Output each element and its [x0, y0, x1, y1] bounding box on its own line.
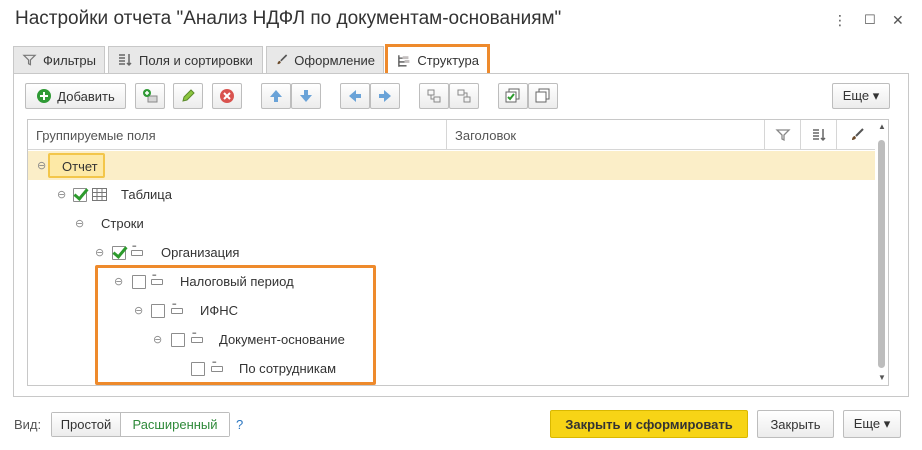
pencil-icon — [182, 89, 195, 102]
plus-circle-icon — [37, 89, 52, 103]
brush-icon — [277, 54, 288, 65]
footer-bar: Вид: Простой Расширенный ? Закрыть и сфо… — [0, 410, 922, 440]
uncheck-all-icon — [535, 88, 550, 103]
tab-appearance-label: Оформление — [294, 52, 375, 68]
more-actions-icon[interactable]: ⋮ — [833, 12, 847, 29]
header-title[interactable]: Заголовок — [447, 120, 765, 150]
tree-label-report: Отчет — [48, 153, 105, 178]
filter-icon — [774, 129, 791, 142]
tab-filters[interactable]: Фильтры — [13, 46, 105, 73]
highlight-frame — [95, 265, 376, 385]
arrow-up-icon — [270, 90, 282, 102]
tree-row-report[interactable]: ⊖ Отчет — [28, 151, 876, 180]
check-all-icon — [505, 88, 520, 103]
tree-row-organization[interactable]: ⊖ Организация — [28, 238, 876, 267]
view-simple-button[interactable]: Простой — [52, 413, 121, 436]
toolbar-more-label: Еще ▾ — [842, 88, 880, 103]
add-grouping-icon — [143, 89, 158, 103]
ungroup-icon — [457, 89, 471, 103]
move-down-button[interactable] — [291, 83, 321, 109]
move-up-button[interactable] — [261, 83, 291, 109]
structure-toolbar: Добавить Еще ▾ — [25, 83, 895, 109]
collapse-icon[interactable]: ⊖ — [57, 188, 66, 201]
field-icon — [131, 244, 143, 256]
header-filter-col[interactable] — [765, 120, 801, 150]
scrollbar-thumb[interactable] — [878, 140, 885, 368]
header-appearance-col[interactable] — [837, 120, 877, 150]
tab-structure-label: Структура — [417, 53, 479, 68]
check-all-button[interactable] — [498, 83, 528, 109]
close-button[interactable]: Закрыть — [757, 410, 834, 438]
arrow-down-icon — [300, 90, 312, 102]
fields-sort-icon — [119, 54, 132, 67]
add-grouping-button[interactable] — [135, 83, 165, 109]
window-title: Настройки отчета "Анализ НДФЛ по докумен… — [15, 8, 562, 29]
close-and-build-button[interactable]: Закрыть и сформировать — [550, 410, 748, 438]
header-sort-col[interactable] — [801, 120, 837, 150]
help-link[interactable]: ? — [236, 417, 243, 432]
tab-fields-sort[interactable]: Поля и сортировки — [108, 46, 263, 73]
toolbar-more-button[interactable]: Еще ▾ — [832, 83, 890, 109]
maximize-icon[interactable]: ☐ — [864, 12, 876, 28]
collapse-icon[interactable]: ⊖ — [37, 159, 46, 172]
delete-button[interactable] — [212, 83, 242, 109]
tree-label-rows: Строки — [101, 216, 144, 231]
close-icon[interactable]: ✕ — [892, 12, 904, 29]
add-button[interactable]: Добавить — [25, 83, 126, 109]
fields-sort-icon — [812, 129, 826, 142]
filter-icon — [22, 54, 37, 66]
ungroup-button[interactable] — [449, 83, 479, 109]
add-button-label: Добавить — [57, 88, 115, 104]
arrow-left-icon — [349, 90, 361, 102]
group-button[interactable] — [419, 83, 449, 109]
grid-header: Группируемые поля Заголовок — [28, 120, 888, 150]
brush-icon — [852, 128, 864, 140]
view-label: Вид: — [14, 417, 42, 432]
view-switch: Простой Расширенный — [51, 412, 230, 437]
header-grouping-fields[interactable]: Группируемые поля — [28, 120, 447, 150]
scroll-up-icon[interactable]: ▲ — [878, 122, 886, 131]
grid-scrollbar[interactable]: ▲ ▼ — [875, 120, 888, 385]
structure-icon — [398, 54, 410, 67]
tree-row-table[interactable]: ⊖ Таблица — [28, 180, 876, 209]
tab-filters-label: Фильтры — [42, 52, 96, 68]
checkbox-table[interactable] — [73, 187, 87, 202]
delete-icon — [220, 89, 234, 103]
arrow-right-icon — [379, 90, 391, 102]
uncheck-all-button[interactable] — [528, 83, 558, 109]
footer-more-button[interactable]: Еще ▾ — [843, 410, 901, 438]
move-right-button[interactable] — [370, 83, 400, 109]
tree-label-organization: Организация — [161, 245, 240, 260]
tab-fields-sort-label: Поля и сортировки — [139, 52, 253, 68]
checkbox-organization[interactable] — [112, 245, 126, 260]
table-icon — [92, 188, 107, 201]
group-icon — [427, 89, 441, 103]
settings-tabs: Фильтры Поля и сортировки Оформление Стр… — [13, 44, 491, 76]
tree-row-rows[interactable]: ⊖ Строки — [28, 209, 876, 238]
collapse-icon[interactable]: ⊖ — [95, 246, 104, 259]
tree-label-table: Таблица — [121, 187, 172, 202]
move-left-button[interactable] — [340, 83, 370, 109]
edit-button[interactable] — [173, 83, 203, 109]
view-extended-button[interactable]: Расширенный — [121, 413, 229, 436]
tab-appearance[interactable]: Оформление — [266, 46, 384, 73]
tab-structure[interactable]: Структура — [385, 44, 490, 76]
collapse-icon[interactable]: ⊖ — [75, 217, 84, 230]
scroll-down-icon[interactable]: ▼ — [878, 373, 886, 382]
